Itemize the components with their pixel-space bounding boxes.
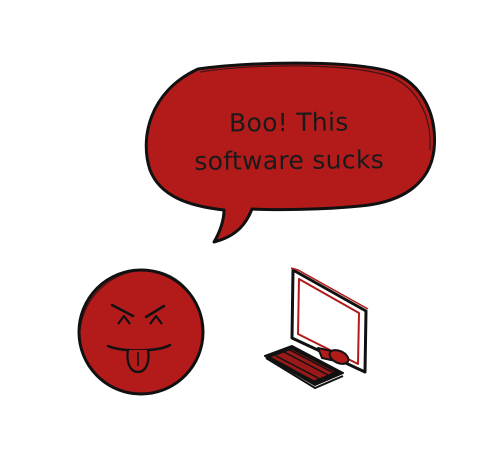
illustration-canvas bbox=[77, 61, 437, 396]
computer-group bbox=[264, 267, 369, 390]
angry-face-icon bbox=[77, 268, 205, 396]
illustration-scene: Boo! This software sucks bbox=[0, 0, 482, 445]
speech-bubble-line-1: Boo! This bbox=[228, 107, 349, 138]
speech-bubble-text: Boo! This software sucks bbox=[150, 103, 429, 181]
speech-bubble-line-2: software sucks bbox=[194, 145, 385, 176]
